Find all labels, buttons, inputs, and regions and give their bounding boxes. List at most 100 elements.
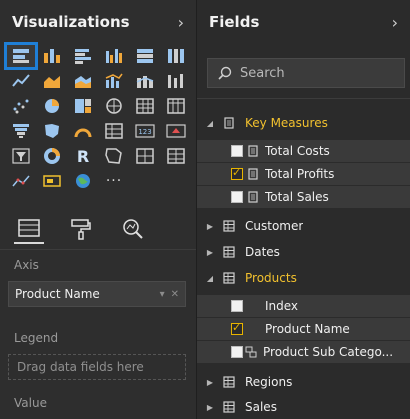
- field-name: Total Sales: [265, 190, 329, 204]
- arcgis-map-icon[interactable]: [68, 169, 98, 193]
- fields-header: Fields ›: [197, 0, 410, 44]
- search-placeholder: Search: [240, 65, 285, 81]
- expand-chevron-icon[interactable]: ▶: [205, 403, 215, 412]
- axis-well-field[interactable]: Product Name ▾ ✕: [8, 281, 186, 307]
- ribbon-chart-icon[interactable]: [161, 69, 191, 93]
- fields-divider: [197, 98, 410, 99]
- field-row-total-profits[interactable]: Total Profits: [197, 163, 410, 185]
- fields-search-input[interactable]: Search: [207, 58, 405, 88]
- field-dropdown-chevron-icon[interactable]: ▾: [160, 289, 165, 300]
- clustered-column-chart-icon[interactable]: [99, 44, 129, 68]
- stacked-area-chart-icon[interactable]: [68, 69, 98, 93]
- measure-calculator-icon: [248, 145, 258, 157]
- field-row-product-sub-category[interactable]: Product Sub Catego...: [197, 341, 410, 363]
- fields-well-tab[interactable]: [14, 214, 44, 244]
- analytics-magnifier-icon: [123, 218, 143, 239]
- line-chart-icon[interactable]: [6, 69, 36, 93]
- search-icon: [218, 66, 232, 80]
- custom-visual-icon[interactable]: [6, 169, 36, 193]
- more-icon[interactable]: ···: [99, 169, 129, 193]
- legend-drop-placeholder: Drag data fields here: [17, 360, 144, 374]
- pie-chart-icon[interactable]: [68, 94, 98, 118]
- globe-icon[interactable]: [130, 144, 160, 168]
- table-row-customer[interactable]: ▶ Customer: [197, 215, 410, 237]
- fields-title: Fields: [209, 13, 260, 31]
- collapse-fields-chevron-icon[interactable]: ›: [392, 13, 398, 32]
- table-name: Regions: [245, 375, 293, 389]
- stacked-bar-chart-icon[interactable]: [4, 42, 38, 70]
- table-row-dates[interactable]: ▶ Dates: [197, 241, 410, 263]
- field-checkbox[interactable]: [231, 191, 243, 203]
- shape-map-icon[interactable]: [99, 144, 129, 168]
- field-name: Product Sub Catego...: [263, 345, 394, 359]
- measure-calculator-icon: [248, 191, 258, 203]
- line-and-column-chart-icon[interactable]: [99, 69, 129, 93]
- collapse-visualizations-chevron-icon[interactable]: ›: [178, 13, 184, 32]
- table-row-products[interactable]: ◢ Products: [197, 267, 410, 289]
- field-row-index[interactable]: Index: [197, 295, 410, 317]
- field-row-product-name[interactable]: Product Name: [197, 318, 410, 340]
- table-name: Products: [245, 271, 297, 285]
- card-icon[interactable]: 123: [130, 119, 160, 143]
- field-checkbox[interactable]: [231, 346, 243, 358]
- field-row-total-costs[interactable]: Total Costs: [197, 140, 410, 162]
- filled-map-icon[interactable]: [37, 119, 67, 143]
- scatter-chart-icon[interactable]: [37, 94, 67, 118]
- expand-chevron-icon[interactable]: ▶: [205, 248, 215, 257]
- fields-pane: Fields › Search ◢ Key Measures Total Cos…: [196, 0, 410, 419]
- field-row-total-sales[interactable]: Total Sales: [197, 186, 410, 208]
- donut-chart-icon[interactable]: [37, 144, 67, 168]
- expand-chevron-icon[interactable]: ▶: [205, 378, 215, 387]
- r-visual-icon[interactable]: R: [68, 144, 98, 168]
- table-row-sales[interactable]: ▶ Sales: [197, 396, 410, 418]
- table-visual-icon[interactable]: [161, 144, 191, 168]
- table-icon[interactable]: [161, 94, 191, 118]
- axis-field-name: Product Name: [15, 287, 100, 301]
- field-name: Total Profits: [265, 167, 335, 181]
- remove-field-close-icon[interactable]: ✕: [171, 289, 179, 300]
- expand-chevron-icon[interactable]: ▶: [205, 222, 215, 231]
- paint-roller-icon: [71, 218, 91, 240]
- field-name: Index: [265, 299, 299, 313]
- map-icon[interactable]: [130, 94, 160, 118]
- visualization-pane-tabs: [0, 208, 196, 250]
- table-row-key-measures[interactable]: ◢ Key Measures: [197, 112, 410, 134]
- format-tab[interactable]: [66, 214, 96, 244]
- table-row-regions[interactable]: ▶ Regions: [197, 371, 410, 393]
- treemap-icon[interactable]: [99, 94, 129, 118]
- stacked-column-chart-icon[interactable]: [37, 44, 67, 68]
- field-checkbox-checked[interactable]: [231, 321, 243, 335]
- field-checkbox[interactable]: [231, 300, 243, 312]
- slicer-icon[interactable]: [6, 144, 36, 168]
- table-icon: [223, 220, 235, 232]
- svg-text:123: 123: [138, 128, 151, 136]
- analytics-tab[interactable]: [118, 214, 148, 244]
- collapse-chevron-icon[interactable]: ◢: [205, 119, 215, 128]
- table-name: Customer: [245, 219, 304, 233]
- measures-table-icon: [224, 117, 234, 129]
- field-checkbox-checked[interactable]: [231, 166, 243, 180]
- matrix-icon[interactable]: [99, 119, 129, 143]
- legend-drop-zone[interactable]: Drag data fields here: [8, 354, 186, 380]
- hierarchy-icon: [245, 346, 257, 358]
- table-icon: [223, 246, 235, 258]
- collapse-chevron-icon[interactable]: ◢: [205, 274, 215, 283]
- funnel-icon[interactable]: [6, 119, 36, 143]
- measure-calculator-icon: [248, 168, 258, 180]
- axis-well-label: Axis: [14, 258, 39, 272]
- multi-row-card-icon[interactable]: [37, 169, 67, 193]
- table-icon: [223, 272, 235, 284]
- 100-stacked-column-chart-icon[interactable]: [161, 44, 191, 68]
- line-and-stacked-column-chart-icon[interactable]: [130, 69, 160, 93]
- gauge-icon[interactable]: [68, 119, 98, 143]
- table-icon: [223, 376, 235, 388]
- table-name: Sales: [245, 400, 277, 414]
- legend-well-label: Legend: [14, 331, 59, 345]
- table-name: Key Measures: [245, 116, 328, 130]
- field-checkbox[interactable]: [231, 145, 243, 157]
- area-chart-icon[interactable]: [37, 69, 67, 93]
- waterfall-chart-icon[interactable]: [6, 94, 36, 118]
- kpi-icon[interactable]: [161, 119, 191, 143]
- clustered-bar-chart-icon[interactable]: [68, 44, 98, 68]
- 100-stacked-bar-chart-icon[interactable]: [130, 44, 160, 68]
